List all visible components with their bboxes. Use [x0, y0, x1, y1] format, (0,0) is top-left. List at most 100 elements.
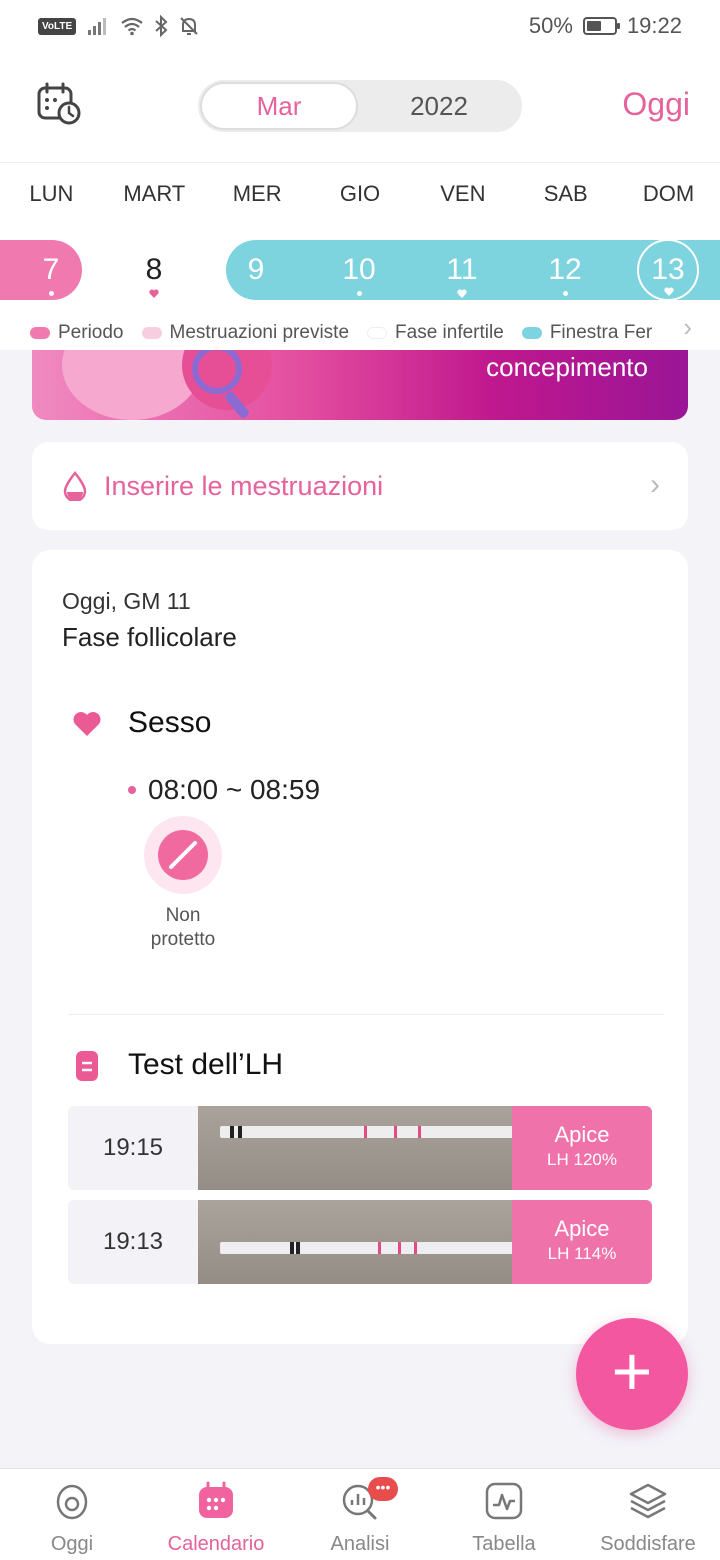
test-strip — [220, 1242, 550, 1254]
layers-icon — [629, 1483, 667, 1519]
legend-label: Mestruazioni previste — [169, 322, 350, 343]
lh-result: Apice LH 114% — [512, 1200, 652, 1284]
week-dates-row: 7 8 9 10 11 12 13 — [0, 224, 720, 316]
calendar-legend: Periodo Mestruazioni previste Fase infer… — [0, 316, 720, 350]
date-cell[interactable]: 11 — [432, 240, 492, 300]
date-cell[interactable]: 10 — [329, 240, 389, 300]
weekday-label: SAB — [543, 181, 588, 206]
bottom-navigation: Oggi Calendario ••• Analisi Tabella Sodd… — [0, 1468, 720, 1560]
drop-icon — [63, 471, 87, 501]
home-egg-icon — [56, 1484, 88, 1520]
lh-test-time: 19:13 — [102, 1228, 164, 1255]
insert-period-card[interactable]: Inserire le mestruazioni › — [32, 442, 688, 530]
status-right: 50% 19:22 — [529, 13, 682, 39]
heart-marker-icon — [149, 289, 159, 298]
chart-icon — [485, 1482, 523, 1520]
nav-label: Oggi — [50, 1533, 94, 1555]
legend-swatch — [521, 327, 542, 339]
section-divider — [68, 1014, 664, 1015]
unprotected-icon-inner — [158, 830, 208, 880]
legend-item: Mestruazioni previste — [141, 322, 350, 344]
lh-test-row[interactable]: 19:13 Apice LH 114% — [68, 1200, 652, 1284]
status-left: VoLTE — [38, 15, 200, 37]
nav-label: Calendario — [167, 1533, 265, 1555]
legend-label: Finestra Fer — [549, 322, 653, 343]
heart-marker-icon — [664, 287, 674, 296]
date-dot — [356, 291, 362, 296]
unprotected-icon[interactable] — [144, 816, 222, 894]
protection-status-line: Non — [165, 905, 201, 926]
lh-test-icon — [76, 1051, 98, 1081]
strip-line — [394, 1126, 397, 1138]
today-button[interactable]: Oggi — [622, 86, 690, 123]
date-cell[interactable]: 9 — [226, 240, 286, 300]
nav-label: Tabella — [472, 1533, 536, 1555]
time-range: 08:00 ~ 08:59 — [148, 774, 321, 805]
lh-test-time: 19:15 — [102, 1134, 164, 1161]
lh-result-label: Apice — [554, 1216, 610, 1241]
battery-icon — [582, 17, 620, 35]
date-number: 10 — [342, 253, 376, 286]
month-year-switch: Mar 2022 — [198, 80, 522, 132]
nav-today[interactable]: Oggi — [0, 1469, 144, 1560]
cycle-day-label: Oggi, GM 11 — [62, 588, 191, 614]
lh-strip-photo — [198, 1200, 550, 1284]
phase-label: Fase follicolare — [62, 622, 237, 652]
nav-label: Soddisfare — [600, 1533, 696, 1555]
lh-strip-photo — [198, 1106, 550, 1190]
nav-calendar[interactable]: Calendario — [144, 1469, 288, 1560]
clock: 19:22 — [626, 13, 682, 38]
month-tab[interactable]: Mar — [200, 82, 358, 130]
lh-section-title: Test dell’LH — [128, 1048, 284, 1081]
legend-swatch — [30, 327, 50, 339]
lh-result-value: LH 120% — [547, 1150, 617, 1169]
banner-text: concepimento — [486, 352, 648, 382]
strip-mark — [230, 1126, 234, 1138]
volte-icon: VoLTE — [38, 17, 77, 35]
weekday-label: LUN — [29, 181, 74, 206]
weekday-label: MART — [123, 181, 186, 206]
legend-scroll-chevron-icon[interactable]: › — [669, 312, 692, 343]
test-strip — [220, 1126, 550, 1138]
bluetooth-icon — [155, 15, 168, 37]
insert-period-label: Inserire le mestruazioni — [104, 470, 384, 501]
battery-percent: 50% — [528, 13, 573, 38]
date-cell-today[interactable]: 13 — [637, 239, 699, 301]
banner-decoration — [62, 350, 202, 420]
lh-result-label: Apice — [554, 1122, 610, 1147]
legend-item: Periodo — [30, 322, 124, 344]
strip-mark — [238, 1126, 242, 1138]
add-record-button[interactable]: + — [576, 1318, 688, 1430]
promo-banner[interactable]: concepimento — [32, 350, 688, 420]
legend-swatch — [141, 327, 162, 339]
date-number: 11 — [446, 253, 478, 286]
nav-services[interactable]: Soddisfare — [576, 1469, 720, 1560]
date-dot — [48, 291, 54, 296]
legend-label: Fase infertile — [395, 322, 504, 343]
protection-status-line: protetto — [150, 929, 216, 950]
date-cell[interactable]: 7 — [21, 240, 81, 300]
legend-label: Periodo — [58, 322, 124, 343]
sex-entry-time[interactable]: 08:00 ~ 08:59 — [128, 774, 320, 806]
calendar-header: Mar 2022 Oggi — [0, 52, 720, 162]
lh-test-row[interactable]: 19:15 Apice LH 120% — [68, 1106, 652, 1190]
calendar-icon — [199, 1481, 233, 1518]
notification-badge: ••• — [368, 1477, 398, 1501]
date-cell[interactable]: 12 — [535, 240, 595, 300]
strip-mark — [290, 1242, 294, 1254]
calendar-history-icon[interactable] — [36, 82, 82, 126]
weekday-header: LUN MART MER GIO VEN SAB DOM — [0, 162, 720, 224]
strip-line — [378, 1242, 381, 1254]
wifi-icon — [121, 17, 143, 36]
strip-line — [418, 1126, 421, 1138]
date-number: 7 — [42, 253, 60, 286]
date-number: 12 — [548, 253, 582, 286]
legend-item: Finestra Fer — [521, 322, 653, 344]
signal-icon — [88, 18, 107, 35]
nav-chart[interactable]: Tabella — [432, 1469, 576, 1560]
date-dot — [562, 291, 568, 296]
battery-fill — [586, 21, 601, 31]
nav-analysis[interactable]: ••• Analisi — [288, 1469, 432, 1560]
date-cell[interactable]: 8 — [124, 240, 184, 300]
year-tab[interactable]: 2022 — [360, 82, 518, 130]
